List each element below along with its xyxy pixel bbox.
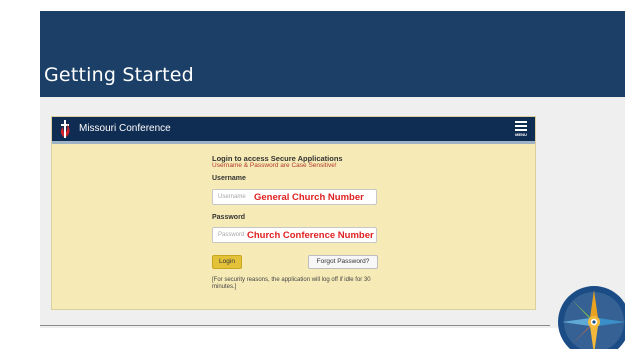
password-label: Password xyxy=(212,214,246,221)
username-placeholder: Username xyxy=(218,194,246,200)
compass-rose-icon xyxy=(558,286,625,349)
security-note: [For security reasons, the application w… xyxy=(212,277,371,290)
forgot-password-button[interactable]: Forgot Password? xyxy=(308,255,378,269)
login-button[interactable]: Login xyxy=(212,255,242,269)
password-input[interactable]: Password Church Conference Number xyxy=(212,227,377,243)
app-top-bar: Missouri Conference MENU xyxy=(52,117,535,141)
password-annotation: Church Conference Number xyxy=(247,230,374,241)
username-input[interactable]: Username General Church Number xyxy=(212,189,377,205)
login-app-screenshot: Missouri Conference MENU Login to access… xyxy=(51,116,536,310)
menu-label: MENU xyxy=(515,132,527,137)
menu-button[interactable]: MENU xyxy=(513,120,529,138)
app-bar-divider xyxy=(52,141,535,144)
username-label: Username xyxy=(212,175,246,182)
app-name: Missouri Conference xyxy=(79,123,171,134)
password-placeholder: Password xyxy=(218,232,245,238)
case-sensitive-warning: Username & Password are Case Sensitive! xyxy=(212,162,337,169)
username-annotation: General Church Number xyxy=(254,192,364,203)
cross-and-flame-icon xyxy=(60,120,70,138)
footer-divider xyxy=(40,325,550,326)
slide-title: Getting Started xyxy=(44,64,194,86)
